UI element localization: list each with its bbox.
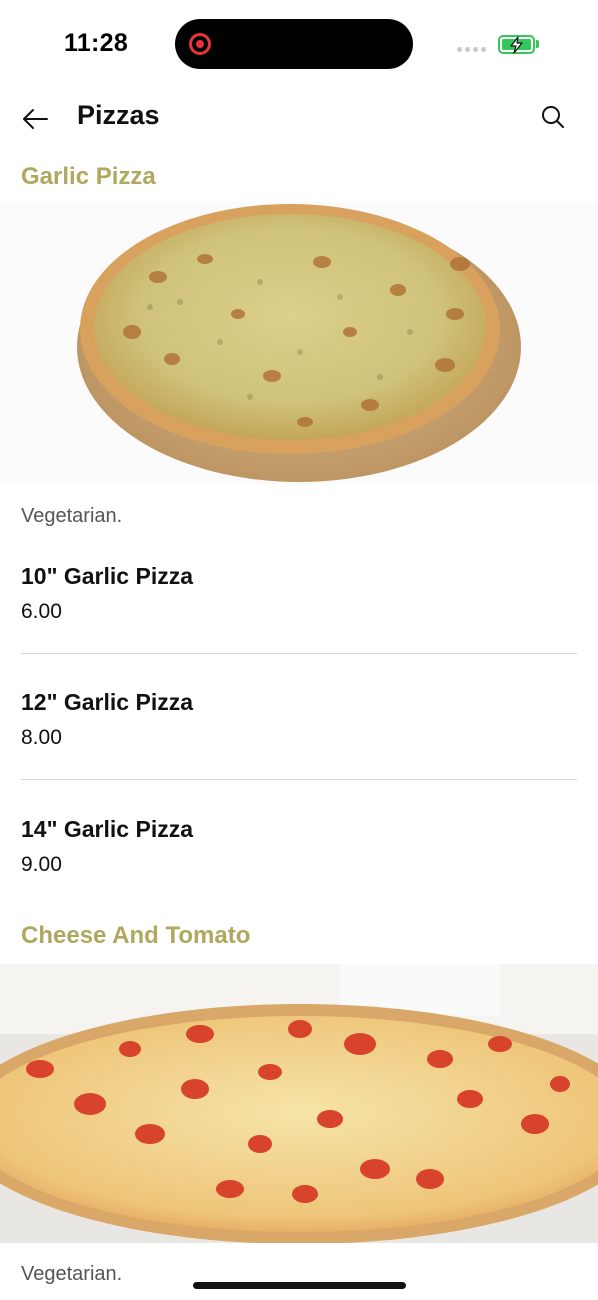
product-item[interactable]: 12" Garlic Pizza 8.00 (21, 689, 577, 750)
divider (21, 779, 577, 780)
product-item[interactable]: 14" Garlic Pizza 9.00 (21, 816, 577, 877)
menu-content[interactable]: Garlic Pizza Vegetarian. 10" Garlic Pizz… (0, 150, 598, 1300)
battery-cap (536, 40, 539, 48)
section-description: Vegetarian. (21, 505, 123, 527)
section-title-cheese-and-tomato: Cheese And Tomato (21, 922, 251, 949)
arrow-left-icon (23, 109, 48, 129)
charging-bolt-icon (510, 36, 523, 54)
product-item[interactable]: 10" Garlic Pizza 6.00 (21, 563, 577, 624)
search-icon (542, 106, 564, 128)
search-button[interactable] (532, 96, 574, 138)
dynamic-island (175, 19, 413, 69)
home-indicator[interactable] (193, 1282, 406, 1289)
status-bar: 11:28 (0, 0, 598, 88)
section-title-garlic-pizza: Garlic Pizza (21, 163, 156, 190)
cellular-signal-icon (457, 47, 486, 52)
product-name: 14" Garlic Pizza (21, 816, 193, 842)
product-price: 8.00 (21, 726, 62, 749)
divider (21, 653, 577, 654)
recording-icon (189, 33, 211, 55)
battery-icon (498, 35, 535, 54)
status-time: 11:28 (64, 29, 129, 57)
product-name: 12" Garlic Pizza (21, 689, 193, 715)
navigation-header: Pizzas (0, 88, 598, 150)
cheese-and-tomato-image (0, 964, 598, 1243)
product-price: 9.00 (21, 853, 62, 876)
product-name: 10" Garlic Pizza (21, 563, 193, 589)
garlic-pizza-image (0, 202, 598, 484)
product-price: 6.00 (21, 600, 62, 623)
section-description: Vegetarian. (21, 1263, 123, 1285)
back-button[interactable] (14, 98, 56, 140)
page-title: Pizzas (77, 100, 160, 130)
